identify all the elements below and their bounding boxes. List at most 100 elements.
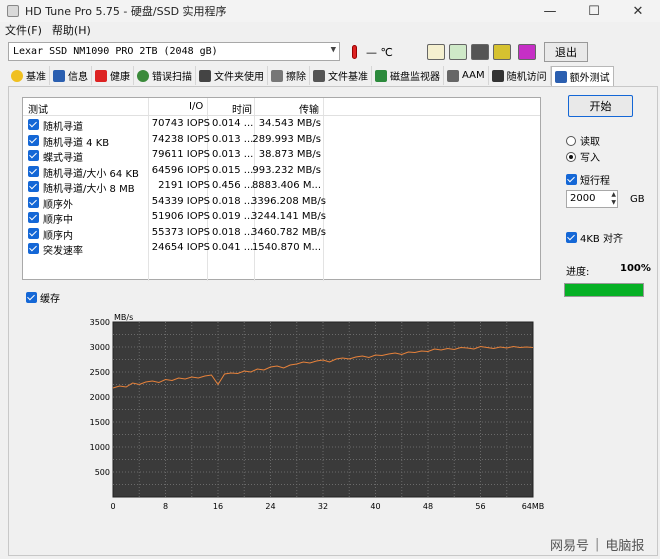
result-name: 顺序内	[43, 230, 73, 242]
result-row[interactable]: 随机寻道/大小 64 KB 64596 IOPS 0.015 ... 993.232 …	[23, 164, 323, 180]
result-throughput: 3396.208 MB/s	[251, 195, 326, 207]
menu-file[interactable]: 文件(F)	[0, 22, 47, 38]
short-stroke-checkbox[interactable]: 短行程	[566, 172, 610, 187]
tab-disk-monitor[interactable]: 磁盘监视器	[372, 66, 444, 85]
start-button[interactable]: 开始	[568, 95, 633, 117]
monitor-icon	[375, 69, 387, 82]
magnifier-icon	[137, 69, 149, 82]
cache-label: 缓存	[40, 294, 60, 305]
watermark-left: 网易号	[550, 539, 590, 554]
options-icon[interactable]	[493, 42, 511, 62]
checkbox-checked-icon[interactable]	[28, 150, 39, 161]
x-tick-label: 32	[318, 502, 328, 511]
checkbox-checked-icon[interactable]	[28, 134, 39, 146]
maximize-icon[interactable]: ☐	[572, 0, 616, 22]
align-4kb-checkbox[interactable]: 4KB 对齐	[566, 230, 623, 245]
tab-health[interactable]: 健康	[92, 66, 134, 85]
tab-benchmark[interactable]: 基准	[8, 66, 50, 85]
folder-icon	[199, 69, 211, 82]
drive-select[interactable]: Lexar SSD NM1090 PRO 2TB (2048 gB) ▼	[8, 42, 340, 61]
checkbox-checked-icon[interactable]	[28, 165, 39, 177]
result-name: 顺序外	[43, 199, 73, 211]
progress-value: 100%	[620, 263, 651, 274]
result-row[interactable]: 随机寻道/大小 8 MB 2191 IOPS 0.456 ... 8883.406 M…	[23, 179, 323, 195]
progress-bar	[564, 283, 644, 297]
tab-file-benchmark[interactable]: 文件基准	[310, 66, 372, 85]
result-name: 随机寻道	[43, 122, 83, 133]
read-radio[interactable]: 读取	[566, 133, 600, 148]
tab-extra-tests[interactable]: 额外测试	[550, 66, 614, 86]
tab-error-scan[interactable]: 错误扫描	[134, 66, 196, 85]
x-tick-label: 16	[213, 502, 223, 511]
bulb-icon	[11, 69, 23, 82]
checkbox-checked-icon[interactable]	[28, 212, 39, 223]
exit-button[interactable]: 退出	[544, 42, 588, 62]
close-icon[interactable]: ✕	[616, 0, 660, 22]
checkbox-checked-icon[interactable]	[28, 196, 39, 208]
watermark: 网易号 | 电脑报	[550, 537, 645, 554]
app-icon	[7, 5, 19, 17]
tab-aam[interactable]: AAM	[444, 66, 489, 85]
radio-off-icon	[566, 135, 576, 146]
radio-on-icon	[566, 151, 576, 162]
result-time: 0.013 ...	[212, 133, 254, 145]
y-axis-label: MB/s	[114, 313, 133, 322]
result-name: 蝶式寻道	[43, 153, 83, 164]
speaker-icon	[447, 69, 459, 82]
file-icon	[313, 69, 325, 82]
checkbox-checked-icon[interactable]	[28, 181, 39, 192]
short-stroke-size-input[interactable]: 2000 ▲ ▼	[566, 190, 618, 208]
copy-all-icon[interactable]	[449, 42, 467, 62]
result-throughput: 289.993 MB/s	[252, 133, 321, 145]
result-name: 随机寻道/大小 8 MB	[43, 184, 135, 195]
result-name: 随机寻道/大小 64 KB	[43, 168, 139, 180]
write-radio[interactable]: 写入	[566, 149, 600, 164]
spinner-arrows-icon[interactable]: ▲ ▼	[611, 191, 616, 207]
drive-select-value: Lexar SSD NM1090 PRO 2TB (2048 gB)	[13, 46, 218, 57]
result-io: 64596 IOPS	[151, 164, 210, 176]
result-time: 0.019 ...	[212, 211, 254, 222]
x-tick-label: 24	[265, 502, 275, 511]
result-row[interactable]: 顺序内 55373 IOPS 0.018 ... 3460.782 MB/s	[23, 226, 326, 242]
checkbox-checked-icon[interactable]	[28, 227, 39, 239]
unit-label: GB	[630, 194, 645, 205]
chevron-down-icon: ▼	[330, 45, 336, 55]
menu-bar: 文件(F) 帮助(H)	[0, 22, 660, 38]
checkbox-checked-icon	[566, 174, 577, 185]
tab-info[interactable]: 信息	[50, 66, 92, 85]
checkbox-checked-icon	[26, 292, 37, 303]
header-io: I/O	[189, 101, 204, 112]
result-row[interactable]: 顺序外 54339 IOPS 0.018 ... 3396.208 MB/s	[23, 195, 326, 211]
result-row[interactable]: 随机寻道 70743 IOPS 0.014 ... 34.543 MB/s	[23, 117, 323, 133]
download-icon[interactable]	[518, 42, 536, 62]
result-row[interactable]: 突发速率 24654 IOPS 0.041 ... 1540.870 M...	[23, 241, 323, 257]
result-row[interactable]: 顺序中 51906 IOPS 0.019 ... 3244.141 MB/s	[23, 210, 326, 226]
result-time: 0.456 ...	[212, 180, 254, 191]
camera-icon[interactable]	[471, 42, 489, 62]
cache-checkbox[interactable]: 缓存	[26, 290, 60, 305]
menu-help[interactable]: 帮助(H)	[47, 22, 96, 38]
checkbox-checked-icon[interactable]	[28, 243, 39, 254]
y-tick-label: 2500	[90, 368, 110, 377]
checkbox-checked-icon[interactable]	[28, 119, 39, 130]
copy-info-icon[interactable]	[427, 42, 445, 62]
result-name: 顺序中	[43, 215, 73, 226]
y-tick-label: 3000	[90, 343, 110, 352]
toolbar: Lexar SSD NM1090 PRO 2TB (2048 gB) ▼ — ℃…	[0, 39, 660, 65]
tab-random-access[interactable]: 随机访问	[488, 66, 551, 85]
x-tick-label: 56	[475, 502, 485, 511]
tab-erase[interactable]: 擦除	[268, 66, 310, 85]
checkbox-checked-icon	[566, 232, 577, 243]
random-icon	[491, 69, 504, 82]
result-throughput: 3460.782 MB/s	[251, 226, 326, 238]
result-row[interactable]: 蝶式寻道 79611 IOPS 0.013 ... 38.873 MB/s	[23, 148, 323, 164]
progress-label: 进度:	[566, 267, 590, 278]
x-tick-label: 64MB	[522, 502, 545, 511]
minimize-icon[interactable]: —	[528, 0, 572, 22]
result-row[interactable]: 随机寻道 4 KB 74238 IOPS 0.013 ... 289.993 MB/s	[23, 133, 323, 149]
y-tick-label: 1000	[90, 443, 110, 452]
tab-folder-usage[interactable]: 文件夹使用	[196, 66, 268, 85]
results-header: 测试 I/O 时间 传输	[23, 98, 540, 116]
y-tick-label: 500	[95, 468, 110, 477]
result-throughput: 993.232 MB/s	[252, 164, 321, 176]
